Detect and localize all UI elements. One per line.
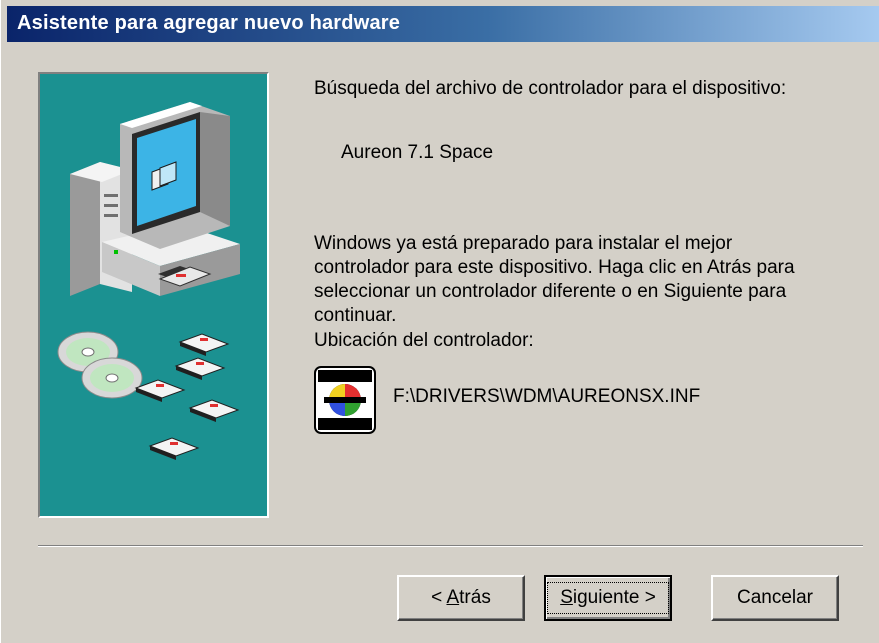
computer-hardware-illustration	[57, 102, 240, 460]
driver-path: F:\DRIVERS\WDM\AUREONSX.INF	[393, 386, 701, 407]
wizard-banner-image	[38, 72, 269, 518]
window-title: Asistente para agregar nuevo hardware	[17, 12, 401, 34]
driver-location-label: Ubicación del controlador:	[314, 330, 534, 351]
instruction-line: seleccionar un controlador diferente o e…	[314, 281, 787, 302]
title-bar[interactable]: Asistente para agregar nuevo hardware	[7, 6, 879, 42]
instruction-line: controlador para este dispositivo. Haga …	[314, 257, 795, 278]
back-label: < Atrás	[431, 587, 491, 608]
back-button[interactable]: < Atrás	[397, 575, 525, 621]
cancel-button[interactable]: Cancelar	[711, 575, 839, 621]
driver-location: F:\DRIVERS\WDM\AUREONSX.INF	[314, 366, 854, 436]
cancel-label: Cancelar	[736, 587, 814, 608]
separator	[38, 545, 863, 547]
next-label: Siguiente >	[547, 582, 669, 614]
device-name: Aureon 7.1 Space	[341, 142, 494, 163]
page-heading: Búsqueda del archivo de controlador para…	[314, 78, 787, 99]
instruction-line: continuar.	[314, 305, 397, 326]
instruction-text: Windows ya está preparado para instalar …	[314, 232, 854, 328]
terratec-driver-icon	[314, 366, 376, 434]
next-button[interactable]: Siguiente >	[544, 575, 672, 621]
instruction-line: Windows ya está preparado para instalar …	[314, 233, 733, 254]
wizard-window: Asistente para agregar nuevo hardware Bú…	[0, 0, 879, 643]
